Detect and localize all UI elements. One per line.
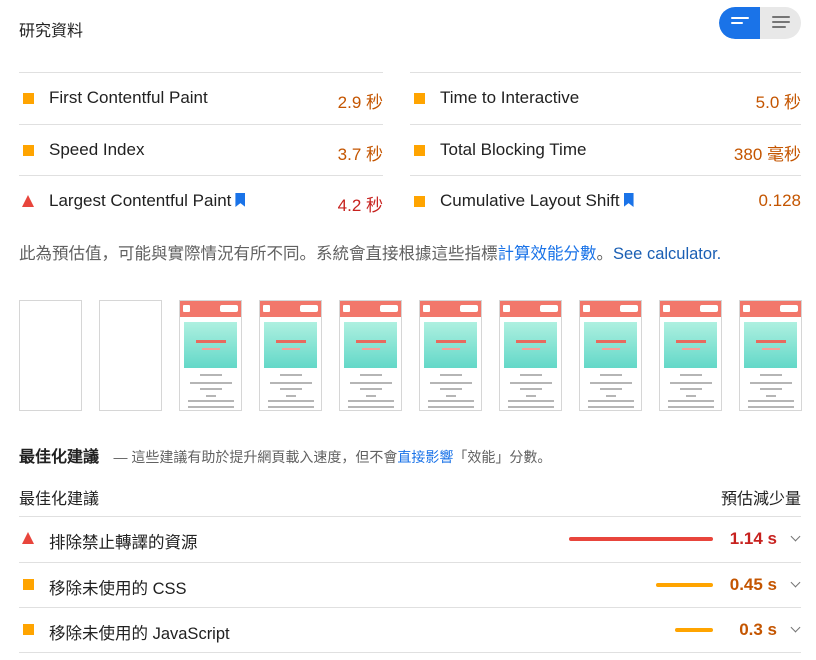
metric-total-blocking-time: Total Blocking Time 380 毫秒: [410, 123, 801, 176]
header: 研究資料: [19, 0, 801, 55]
opportunities-header: 最佳化建議 — 這些建議有助於提升網頁載入速度，但不會直接影響「效能」分數。: [19, 443, 551, 467]
savings-value: 0.3 s: [739, 620, 777, 639]
metric-label: Time to Interactive: [440, 88, 580, 107]
chevron-down-icon[interactable]: [790, 577, 801, 587]
opportunities-column-headers: 最佳化建議 預估減少量: [19, 485, 801, 509]
average-square-icon: [23, 144, 34, 156]
metric-value: 5.0 秒: [755, 93, 801, 112]
metrics-column-right: Time to Interactive 5.0 秒 Total Blocking…: [410, 72, 801, 227]
savings-value: 0.45 s: [729, 574, 777, 594]
filmstrip-frame: [99, 300, 162, 411]
metric-time-to-interactive: Time to Interactive 5.0 秒: [410, 72, 801, 124]
metric-largest-contentful-paint: Largest Contentful Paint 4.2 秒: [19, 175, 383, 227]
opportunities-subtitle: — 這些建議有助於提升網頁載入速度，但不會直接影響「效能」分數。: [113, 449, 551, 465]
filmstrip-frame: [259, 300, 322, 411]
perf-score-link[interactable]: 計算效能分數: [498, 245, 597, 263]
subtitle-suffix: 「效能」分數。: [453, 449, 552, 465]
opportunity-row-render-blocking[interactable]: 排除禁止轉譯的資源 1.14 s: [19, 516, 801, 562]
metric-value: 2.9 秒: [337, 93, 383, 112]
average-square-icon: [414, 144, 425, 156]
section-title: 研究資料: [19, 23, 84, 40]
bookmark-icon[interactable]: [623, 193, 634, 207]
disclaimer-text: 此為預估值，可能與實際情況有所不同。系統會直接根據這些指標: [19, 245, 498, 263]
fail-triangle-icon: [22, 195, 34, 207]
opportunity-label: 移除未使用的 JavaScript: [49, 625, 230, 643]
view-toggle[interactable]: [719, 7, 801, 39]
metric-label-wrap: Cumulative Layout Shift: [440, 191, 634, 211]
metric-label: Largest Contentful Paint: [49, 191, 232, 210]
average-square-icon: [414, 196, 425, 207]
savings-value: 1.14 s: [729, 529, 777, 548]
metric-label: Speed Index: [49, 139, 145, 159]
filmstrip-frame: [499, 300, 562, 411]
filmstrip-frame: [659, 300, 722, 411]
metric-label-wrap: Largest Contentful Paint: [49, 191, 246, 211]
toggle-list-view[interactable]: [760, 7, 801, 39]
chevron-down-icon[interactable]: [790, 622, 801, 633]
metric-first-contentful-paint: First Contentful Paint 2.9 秒: [19, 72, 383, 124]
metric-value: 4.2 秒: [337, 196, 383, 215]
opportunity-label: 移除未使用的 CSS: [49, 579, 187, 598]
metric-label: Total Blocking Time: [440, 139, 587, 159]
direct-impact-link[interactable]: 直接影響: [397, 449, 453, 465]
filmstrip-frame: [739, 300, 802, 411]
subtitle-prefix: — 這些建議有助於提升網頁載入速度，但不會: [113, 449, 398, 465]
metrics-column-left: First Contentful Paint 2.9 秒 Speed Index…: [19, 72, 383, 227]
savings-bar: [569, 537, 713, 541]
savings-bar: [656, 582, 713, 587]
see-calculator-link[interactable]: See calculator.: [613, 245, 721, 263]
average-square-icon: [23, 93, 34, 104]
metric-label: First Contentful Paint: [49, 88, 208, 107]
chevron-down-icon[interactable]: [790, 531, 801, 542]
filmstrip: [19, 300, 802, 412]
toggle-summary-view[interactable]: [719, 7, 760, 39]
metric-value: 0.128: [758, 191, 801, 210]
metric-cumulative-layout-shift: Cumulative Layout Shift 0.128: [410, 175, 801, 227]
column-header-opportunity: 最佳化建議: [19, 491, 100, 508]
opportunity-label: 排除禁止轉譯的資源: [49, 534, 198, 552]
average-square-icon: [414, 93, 425, 104]
opportunities-list: 排除禁止轉譯的資源 1.14 s 移除未使用的 CSS 0.45 s 移除未使用…: [19, 516, 801, 653]
filmstrip-frame: [339, 300, 402, 411]
average-square-icon: [23, 578, 34, 590]
fail-triangle-icon: [22, 532, 34, 544]
disclaimer-punct: 。: [596, 245, 614, 263]
metric-speed-index: Speed Index 3.7 秒: [19, 123, 383, 176]
filmstrip-frame: [579, 300, 642, 411]
opportunities-title: 最佳化建議: [19, 449, 100, 466]
metrics-disclaimer: 此為預估值，可能與實際情況有所不同。系統會直接根據這些指標計算效能分數。See …: [19, 240, 721, 264]
column-header-savings: 預估減少量: [720, 491, 801, 508]
savings-bar: [675, 628, 713, 632]
metric-label: Cumulative Layout Shift: [440, 191, 620, 210]
opportunity-row-unused-js[interactable]: 移除未使用的 JavaScript 0.3 s: [19, 607, 801, 653]
filmstrip-frame: [19, 300, 82, 411]
average-square-icon: [23, 624, 34, 635]
opportunity-row-unused-css[interactable]: 移除未使用的 CSS 0.45 s: [19, 561, 801, 608]
filmstrip-frame: [419, 300, 482, 411]
bookmark-icon[interactable]: [235, 193, 246, 207]
filmstrip-frame: [179, 300, 242, 411]
metric-value: 380 毫秒: [733, 144, 801, 164]
bars-icon: [731, 17, 749, 27]
list-icon: [772, 16, 790, 31]
metric-value: 3.7 秒: [337, 144, 383, 164]
